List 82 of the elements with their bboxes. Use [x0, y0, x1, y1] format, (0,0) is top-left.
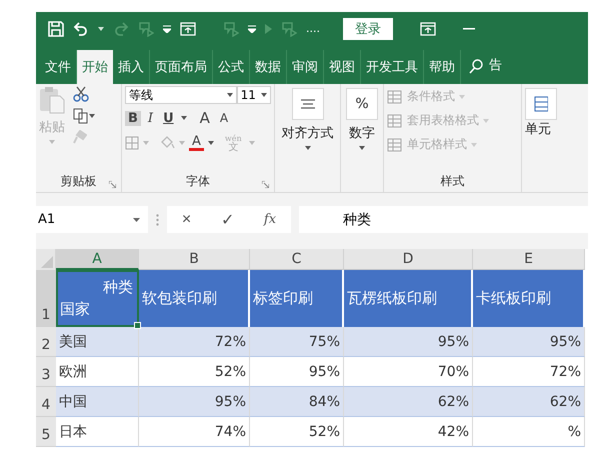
table-cell: 72% — [139, 327, 250, 357]
dropdown-icon[interactable] — [359, 146, 365, 150]
cut-icon[interactable] — [73, 86, 89, 102]
undo-icon[interactable] — [73, 22, 89, 36]
dropdown-icon[interactable] — [261, 93, 267, 97]
dropdown-icon[interactable] — [304, 146, 310, 150]
dropdown-icon[interactable] — [180, 116, 187, 120]
row-header[interactable]: 4 — [36, 387, 56, 417]
italic-button[interactable]: I — [144, 110, 156, 126]
fill-handle[interactable] — [134, 322, 141, 329]
row-header[interactable]: 3 — [36, 357, 56, 387]
header-cell: 标签印刷 — [250, 270, 344, 327]
column-header[interactable]: C — [250, 249, 344, 270]
enter-button[interactable]: ✓ — [217, 210, 238, 230]
minimize-icon[interactable] — [463, 28, 475, 30]
group-label: 样式 — [440, 172, 464, 190]
align-icon[interactable] — [300, 99, 314, 109]
header-cell: 卡纸板印刷 — [473, 270, 585, 327]
ribbon-display-icon[interactable] — [420, 22, 436, 36]
alignment-button[interactable] — [292, 88, 324, 120]
column-header[interactable]: D — [344, 249, 473, 270]
table-cell: % — [473, 417, 585, 447]
cells-icon[interactable] — [534, 96, 548, 112]
table-cell: 美国 — [56, 327, 139, 357]
save-icon[interactable] — [48, 20, 64, 36]
column-header[interactable]: A — [56, 249, 139, 270]
table-cell: 74% — [139, 417, 250, 447]
font-name-field[interactable]: 等线 — [125, 86, 237, 104]
table-cell: 62% — [344, 387, 473, 417]
table-cell: 95% — [473, 327, 585, 357]
dropdown-icon[interactable] — [133, 218, 140, 222]
grip-icon — [156, 214, 159, 226]
header-cell: 瓦楞纸板印刷 — [344, 270, 473, 327]
table-cell: 52% — [250, 417, 344, 447]
underline-button[interactable]: U — [160, 110, 177, 126]
dropdown-icon[interactable] — [98, 26, 104, 30]
copy-icon[interactable] — [73, 108, 89, 124]
table-cell: 84% — [250, 387, 344, 417]
font-color-button[interactable]: A — [189, 135, 204, 151]
dropdown-icon[interactable] — [226, 93, 233, 97]
table-cell: 42% — [344, 417, 473, 447]
row-header[interactable]: 1 — [36, 270, 56, 327]
dialog-launcher-icon[interactable] — [109, 181, 116, 188]
cells-label[interactable]: 单元 — [525, 120, 585, 138]
row-header[interactable]: 2 — [36, 327, 56, 357]
header-cell: 软包装印刷 — [139, 270, 250, 327]
dialog-launcher-icon[interactable] — [262, 181, 269, 188]
more-label[interactable]: .... — [306, 22, 320, 35]
table-cell: 95% — [344, 327, 473, 357]
ribbon-tab[interactable]: 开始 — [77, 50, 113, 84]
cell-text: 国家 — [60, 300, 90, 319]
active-cell[interactable]: 种类 国家 — [56, 270, 139, 327]
table-cell: 中国 — [56, 387, 139, 417]
tell-me-label[interactable]: 告 — [489, 56, 502, 74]
table-cell: 75% — [250, 327, 344, 357]
table-cell: 62% — [473, 387, 585, 417]
cell-text: 种类 — [103, 278, 133, 297]
decrease-font-button[interactable]: A — [216, 111, 232, 125]
name-box[interactable]: A1 — [36, 206, 148, 233]
formula-input[interactable]: 种类 — [299, 206, 588, 233]
row-header[interactable]: 5 — [36, 417, 56, 447]
search-icon[interactable] — [469, 59, 483, 74]
form-icon[interactable] — [180, 22, 196, 36]
dropdown-icon[interactable] — [89, 114, 95, 118]
column-header[interactable]: E — [473, 249, 585, 270]
number-label[interactable]: 数字 — [349, 124, 375, 142]
table-cell: 日本 — [56, 417, 139, 447]
login-button[interactable]: 登录 — [343, 18, 393, 40]
increase-font-button[interactable]: A — [196, 109, 213, 127]
bold-button[interactable]: B — [125, 110, 141, 126]
customize-icon[interactable] — [248, 24, 256, 32]
cancel-button[interactable]: × — [178, 210, 196, 228]
alignment-label[interactable]: 对齐方式 — [282, 124, 334, 142]
insert-function-button[interactable]: fx — [260, 212, 280, 227]
customize-icon[interactable] — [163, 24, 171, 32]
column-header[interactable]: B — [139, 249, 250, 270]
number-format-button[interactable]: % — [346, 88, 378, 120]
dropdown-icon[interactable] — [208, 141, 214, 145]
group-label: 字体 — [186, 172, 210, 190]
font-size-field[interactable]: 11 — [236, 86, 271, 104]
group-label: 剪贴板 — [60, 172, 96, 190]
table-cell: 95% — [139, 387, 250, 417]
